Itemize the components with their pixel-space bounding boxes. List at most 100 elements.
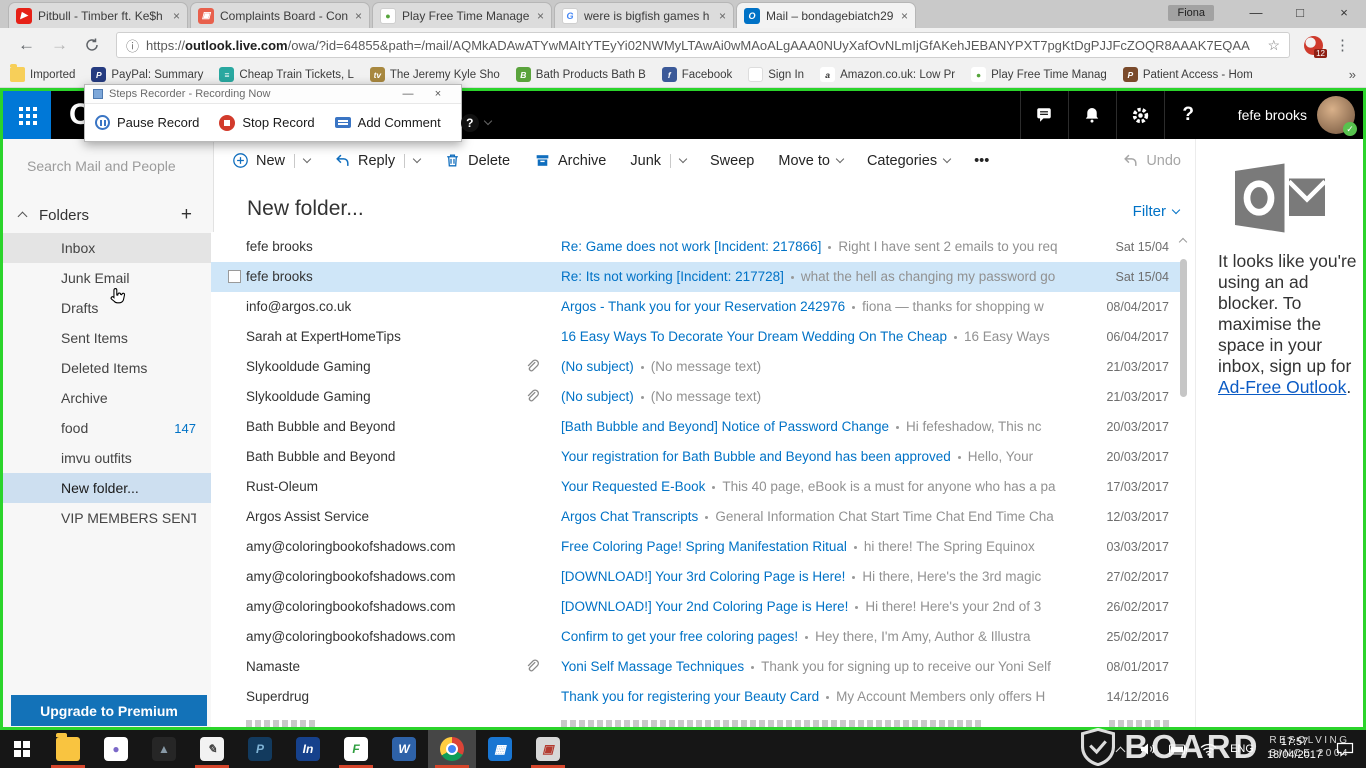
command-button[interactable]: Archive [534, 152, 606, 169]
browser-tab[interactable]: ▣ Complaints Board - Con × [190, 2, 370, 28]
page-info-icon[interactable]: ⓘ [126, 36, 139, 55]
email-row[interactable]: Slykooldude Gaming (No subject)(No messa… [211, 382, 1183, 412]
tab-close-icon[interactable]: × [355, 9, 362, 23]
email-row[interactable]: info@argos.co.uk Argos - Thank you for y… [211, 292, 1183, 322]
wifi-icon[interactable] [1200, 743, 1217, 756]
tab-close-icon[interactable]: × [537, 9, 544, 23]
bookmark-item[interactable]: ● Play Free Time Manag [971, 67, 1107, 82]
taskbar-app-icon[interactable]: ▲ [140, 730, 188, 768]
sidebar-folder-item[interactable]: VIP MEMBERS SENT [3, 503, 214, 533]
bookmark-item[interactable]: P PayPal: Summary [91, 67, 203, 82]
collapse-chevron-icon[interactable] [18, 212, 28, 222]
recorder-minimize-icon[interactable]: — [393, 88, 423, 100]
taskbar-app-icon[interactable]: W [380, 730, 428, 768]
ad-free-outlook-link[interactable]: Ad-Free Outlook [1218, 377, 1346, 397]
bookmark-item[interactable]: Sign In [748, 67, 804, 82]
action-center-icon[interactable] [1336, 742, 1354, 757]
bookmark-item[interactable]: f Facebook [662, 67, 733, 82]
language-indicator[interactable]: ENG [1230, 743, 1254, 755]
bookmarks-overflow-icon[interactable]: » [1349, 67, 1356, 82]
email-row[interactable]: fefe brooks Re: Game does not work [Inci… [211, 232, 1183, 262]
search-input[interactable] [25, 157, 210, 175]
bookmark-item[interactable]: a Amazon.co.uk: Low Pr [820, 67, 955, 82]
taskbar-app-icon[interactable]: ● [92, 730, 140, 768]
hidden-icons-chevron-icon[interactable] [1116, 746, 1126, 756]
email-row[interactable]: fefe brooks Re: Its not working [Inciden… [211, 262, 1183, 292]
recorder-button[interactable]: Pause Record [95, 115, 199, 130]
sidebar-folder-item[interactable]: food 147 [3, 413, 214, 443]
email-row[interactable]: Argos Assist Service Argos Chat Transcri… [211, 502, 1183, 532]
app-launcher-button[interactable] [3, 91, 51, 139]
tab-close-icon[interactable]: × [719, 9, 726, 23]
address-bar[interactable]: ⓘ https://outlook.live.com/owa/?id=64855… [116, 32, 1290, 58]
command-button[interactable]: Delete [444, 152, 510, 169]
back-icon[interactable]: ← [18, 35, 35, 55]
browser-profile-name[interactable]: Fiona [1168, 5, 1214, 21]
sidebar-folder-item[interactable]: Deleted Items [3, 353, 214, 383]
settings-gear-icon[interactable] [1116, 91, 1164, 139]
command-button[interactable]: Junk [630, 153, 686, 169]
chat-icon[interactable] [1020, 91, 1068, 139]
tab-close-icon[interactable]: × [901, 9, 908, 23]
steps-recorder-titlebar[interactable]: Steps Recorder - Recording Now — × [85, 85, 461, 103]
taskbar-app-icon[interactable]: F [332, 730, 380, 768]
bookmark-item[interactable]: Imported [10, 67, 75, 82]
sidebar-folder-item[interactable]: Archive [3, 383, 214, 413]
recorder-button[interactable]: Add Comment [335, 115, 441, 130]
search-box[interactable] [3, 151, 214, 181]
battery-icon[interactable] [1169, 744, 1187, 755]
email-row[interactable]: Superdrug Thank you for registering your… [211, 682, 1183, 712]
user-name[interactable]: fefe brooks [1238, 107, 1307, 123]
email-row[interactable]: Bath Bubble and Beyond Your registration… [211, 442, 1183, 472]
notifications-bell-icon[interactable] [1068, 91, 1116, 139]
help-icon[interactable]: ? [1164, 91, 1212, 139]
bookmark-item[interactable]: P Patient Access - Hom [1123, 67, 1253, 82]
recorder-help-button[interactable]: ? [461, 114, 491, 132]
command-button[interactable]: Reply [334, 152, 420, 169]
email-row[interactable]: amy@coloringbookofshadows.com [DOWNLOAD!… [211, 592, 1183, 622]
email-row[interactable]: amy@coloringbookofshadows.com [DOWNLOAD!… [211, 562, 1183, 592]
row-checkbox[interactable] [228, 270, 241, 283]
email-row[interactable]: amy@coloringbookofshadows.com Confirm to… [211, 622, 1183, 652]
bookmark-item[interactable]: B Bath Products Bath B [516, 67, 646, 82]
add-folder-icon[interactable]: + [181, 204, 192, 226]
undo-button[interactable]: Undo [1122, 139, 1181, 182]
upgrade-premium-button[interactable]: Upgrade to Premium [11, 695, 207, 726]
email-row[interactable]: amy@coloringbookofshadows.com Free Color… [211, 532, 1183, 562]
clock[interactable]: 17:57 18/04/2017 [1267, 736, 1322, 762]
scrollbar-thumb[interactable] [1180, 259, 1187, 397]
sidebar-folder-item[interactable]: New folder... [3, 473, 214, 503]
start-button[interactable] [0, 730, 44, 768]
email-row[interactable]: Rust-Oleum Your Requested E-BookThis 40 … [211, 472, 1183, 502]
browser-tab[interactable]: ▶ Pitbull - Timber ft. Ke$h × [8, 2, 188, 28]
email-row[interactable]: Namaste Yoni Self Massage TechniquesThan… [211, 652, 1183, 682]
taskbar-app-icon[interactable]: ▦ [476, 730, 524, 768]
email-row-clipped[interactable] [211, 712, 1183, 727]
taskbar-app-icon[interactable]: ✎ [188, 730, 236, 768]
extension-icon[interactable]: 12 [1304, 36, 1323, 55]
email-row[interactable]: Bath Bubble and Beyond [Bath Bubble and … [211, 412, 1183, 442]
window-close-icon[interactable]: × [1322, 0, 1366, 28]
command-button[interactable]: New [232, 152, 310, 169]
recorder-close-icon[interactable]: × [423, 88, 453, 100]
browser-tab[interactable]: O Mail – bondagebiatch29 × [736, 2, 916, 28]
window-maximize-icon[interactable]: □ [1278, 0, 1322, 28]
taskbar-app-icon[interactable]: P [236, 730, 284, 768]
command-button[interactable]: Move to [778, 153, 843, 169]
filter-button[interactable]: Filter [1133, 203, 1179, 220]
taskbar-app-icon[interactable] [44, 730, 92, 768]
tab-close-icon[interactable]: × [173, 9, 180, 23]
volume-icon[interactable] [1140, 742, 1156, 756]
bookmark-item[interactable]: tv The Jeremy Kyle Sho [370, 67, 500, 82]
sidebar-folder-item[interactable]: Sent Items [3, 323, 214, 353]
command-button[interactable]: Sweep [710, 153, 754, 169]
browser-tab[interactable]: G were is bigfish games h × [554, 2, 734, 28]
refresh-icon[interactable] [84, 37, 100, 53]
avatar[interactable]: ✓ [1317, 96, 1355, 134]
command-button[interactable]: ••• [974, 153, 989, 169]
email-row[interactable]: Slykooldude Gaming (No subject)(No messa… [211, 352, 1183, 382]
email-row[interactable]: Sarah at ExpertHomeTips 16 Easy Ways To … [211, 322, 1183, 352]
forward-icon[interactable]: → [51, 35, 68, 55]
taskbar-app-icon[interactable]: In [284, 730, 332, 768]
window-minimize-icon[interactable]: — [1234, 0, 1278, 28]
